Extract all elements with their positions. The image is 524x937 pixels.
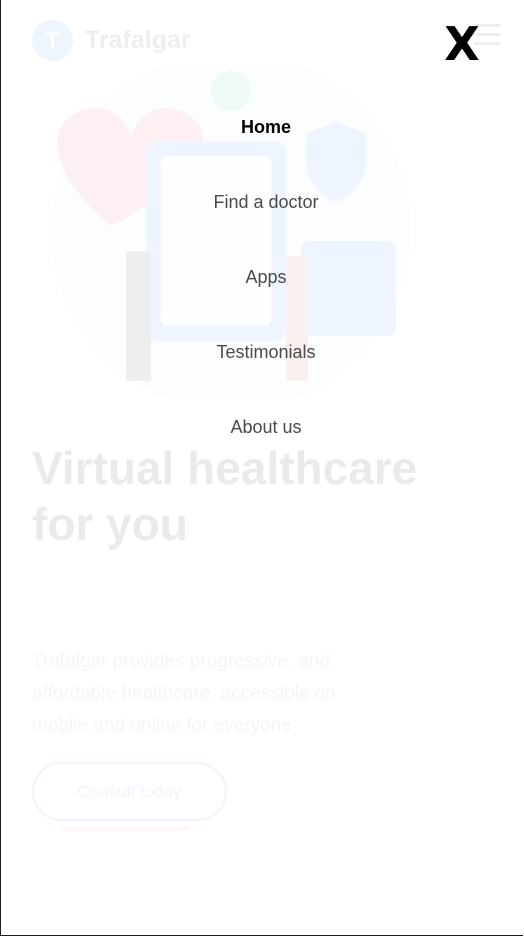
close-menu-icon[interactable]: X	[441, 21, 483, 67]
logo-text: Trafalgar	[85, 26, 191, 54]
logo-mark: T	[32, 20, 73, 61]
app-frame: T Trafalgar Virtual healthcare for you T…	[0, 0, 523, 936]
cta-decoration	[61, 826, 191, 831]
nav-item-find-a-doctor[interactable]: Find a doctor	[1, 192, 523, 213]
consult-today-button: Consult today	[32, 762, 227, 821]
nav-item-apps[interactable]: Apps	[1, 267, 523, 288]
plus-circle-icon	[211, 71, 251, 111]
nav-item-testimonials[interactable]: Testimonials	[1, 342, 523, 363]
hero-title: Virtual healthcare for you	[32, 442, 418, 550]
logo-initial: T	[45, 27, 60, 53]
hero-description: Trafalgar provides progressive, and affo…	[32, 651, 336, 736]
nav-item-about-us[interactable]: About us	[1, 417, 523, 438]
background-page: T Trafalgar Virtual healthcare for you T…	[1, 0, 523, 935]
nav-item-home[interactable]: Home	[1, 117, 523, 138]
